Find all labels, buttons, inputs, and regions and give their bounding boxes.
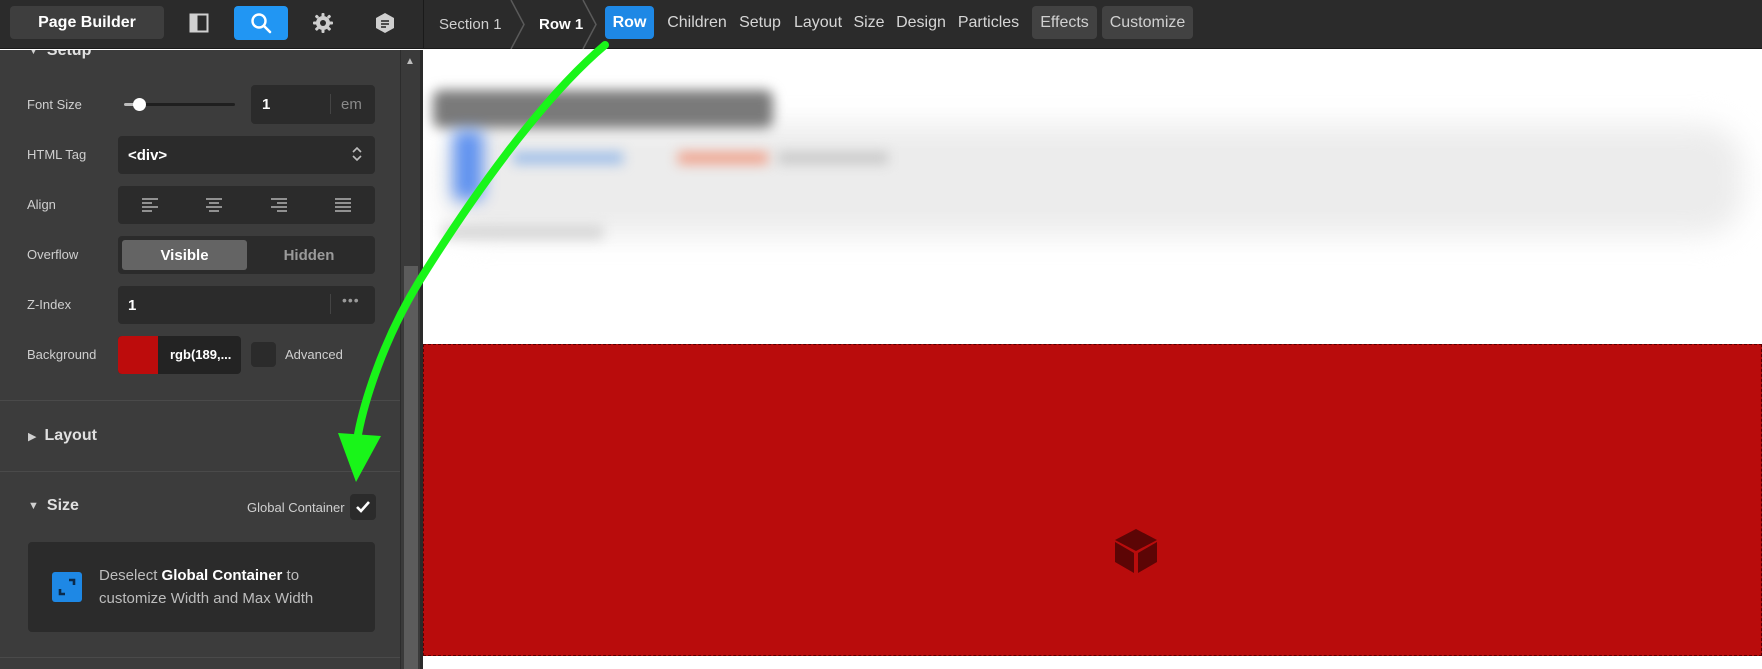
tab-row[interactable]: Row — [605, 6, 654, 39]
search-button[interactable] — [234, 6, 288, 40]
tab-setup[interactable]: Setup — [736, 6, 784, 39]
background-color-swatch[interactable] — [118, 336, 158, 374]
more-options-icon[interactable]: ••• — [342, 292, 360, 308]
blurred-text — [443, 225, 603, 239]
tab-layout[interactable]: Layout — [789, 6, 847, 39]
breadcrumb-section[interactable]: Section 1 — [439, 0, 502, 49]
breadcrumb-separator-icon — [582, 0, 597, 49]
z-index-input[interactable] — [118, 286, 375, 324]
section-divider — [0, 400, 400, 401]
page-builder-button[interactable]: Page Builder — [10, 6, 164, 39]
align-left-icon — [142, 198, 159, 212]
background-color-value: rgb(189,... — [170, 347, 232, 362]
background-label: Background — [27, 347, 97, 362]
tab-effects[interactable]: Effects — [1032, 6, 1097, 39]
align-center-button[interactable] — [182, 186, 246, 224]
align-button-group — [118, 186, 375, 224]
caret-down-icon: ▼ — [28, 500, 39, 512]
blurred-heading — [433, 90, 773, 128]
global-container-label: Global Container — [247, 500, 345, 515]
blurred-content — [443, 125, 1743, 235]
font-size-unit[interactable]: em — [341, 96, 362, 113]
z-index-label: Z-Index — [27, 297, 72, 312]
empty-row-cube-icon — [1115, 529, 1157, 573]
section-divider — [0, 471, 400, 472]
overflow-visible-option[interactable]: Visible — [122, 240, 247, 270]
advanced-checkbox[interactable] — [251, 342, 276, 367]
blurred-text — [778, 152, 888, 164]
checkmark-icon — [356, 501, 370, 513]
panel-scrollbar[interactable]: ▲ — [400, 50, 420, 669]
size-section-title: Size — [46, 497, 79, 514]
overflow-toggle: Visible Hidden — [118, 236, 375, 274]
align-left-button[interactable] — [118, 186, 182, 224]
breadcrumb-row[interactable]: Row 1 — [539, 0, 583, 49]
tab-children[interactable]: Children — [664, 6, 730, 39]
font-size-value: 1 — [262, 96, 271, 113]
tab-customize[interactable]: Customize — [1102, 6, 1193, 39]
search-icon — [251, 13, 272, 34]
size-section-header[interactable]: ▼ Size — [28, 497, 79, 515]
toolbar-divider — [423, 0, 424, 49]
top-toolbar: Page Builder Section 1 Row 1 Row Childre… — [0, 0, 1762, 49]
blurred-avatar — [453, 130, 483, 200]
scroll-up-arrow-icon[interactable]: ▲ — [405, 56, 415, 67]
z-index-value: 1 — [128, 297, 137, 314]
align-right-icon — [270, 198, 287, 212]
overflow-hidden-option[interactable]: Hidden — [247, 240, 371, 270]
selected-row-element[interactable] — [423, 344, 1762, 656]
align-justify-icon — [334, 198, 351, 212]
layout-section-header[interactable]: ▶ Layout — [28, 427, 97, 445]
breadcrumb-separator-icon — [510, 0, 525, 49]
global-container-info: Deselect Global Container to customize W… — [28, 542, 375, 632]
setup-section-title: Setup — [46, 50, 92, 59]
blurred-text — [513, 152, 623, 164]
tab-size[interactable]: Size — [851, 6, 887, 39]
scrollbar-thumb[interactable] — [404, 266, 418, 669]
layout-section-title: Layout — [44, 427, 97, 444]
settings-button[interactable] — [296, 6, 350, 40]
notes-icon — [376, 13, 394, 33]
align-right-button[interactable] — [247, 186, 311, 224]
align-label: Align — [27, 197, 56, 212]
info-message-bold: Global Container — [161, 567, 283, 584]
section-divider — [0, 657, 400, 658]
setup-section-header[interactable]: ▼ Setup — [28, 50, 91, 60]
html-tag-label: HTML Tag — [27, 147, 87, 162]
page-canvas[interactable] — [423, 50, 1762, 669]
z-index-divider — [330, 294, 331, 314]
notes-button[interactable] — [358, 6, 412, 40]
info-message: Deselect Global Container to customize W… — [99, 567, 314, 607]
align-justify-button[interactable] — [311, 186, 375, 224]
background-color-picker[interactable]: rgb(189,... — [118, 336, 241, 374]
font-size-label: Font Size — [27, 97, 82, 112]
expand-icon — [52, 572, 82, 602]
blurred-text — [678, 152, 768, 164]
font-size-unit-divider — [330, 94, 331, 114]
tab-design[interactable]: Design — [893, 6, 949, 39]
font-size-slider-handle[interactable] — [133, 98, 146, 111]
panel-toggle-icon — [189, 13, 209, 33]
advanced-label: Advanced — [285, 347, 343, 362]
panel-toggle-button[interactable] — [172, 6, 226, 40]
overflow-label: Overflow — [27, 247, 79, 262]
tab-particles[interactable]: Particles — [955, 6, 1022, 39]
caret-right-icon: ▶ — [28, 430, 37, 443]
global-container-checkbox[interactable] — [350, 494, 376, 520]
caret-down-icon: ▼ — [28, 50, 39, 57]
gear-icon — [313, 13, 333, 33]
select-chevron-icon — [352, 146, 362, 162]
align-center-icon — [206, 198, 223, 212]
html-tag-value: <div> — [128, 147, 168, 164]
